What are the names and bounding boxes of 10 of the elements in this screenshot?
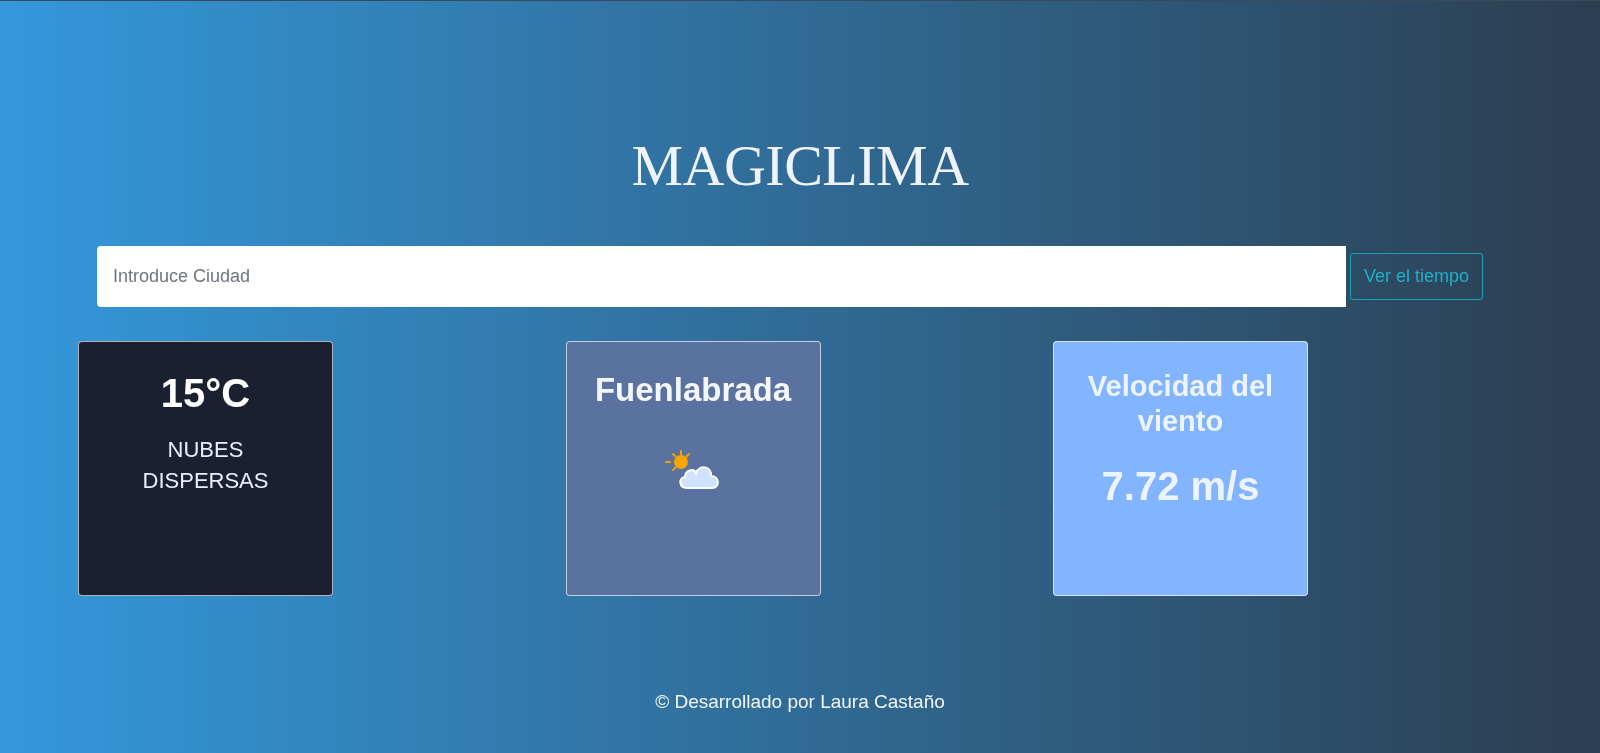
footer-credit: © Desarrollado por Laura Castaño xyxy=(655,690,945,714)
city-name: Fuenlabrada xyxy=(594,370,792,410)
search-button[interactable]: Ver el tiempo xyxy=(1350,253,1484,300)
wind-speed-label: Velocidad del viento xyxy=(1086,369,1275,439)
app-title: MAGICLIMA xyxy=(631,132,969,200)
weather-description: NUBES DISPERSAS xyxy=(141,436,270,495)
sun-cloud-icon xyxy=(665,450,721,490)
temperature-value: 15°C xyxy=(160,370,251,417)
city-input[interactable]: Introduce Ciudad xyxy=(97,246,1346,307)
wind-speed-value: 7.72 m/s xyxy=(1101,463,1260,510)
